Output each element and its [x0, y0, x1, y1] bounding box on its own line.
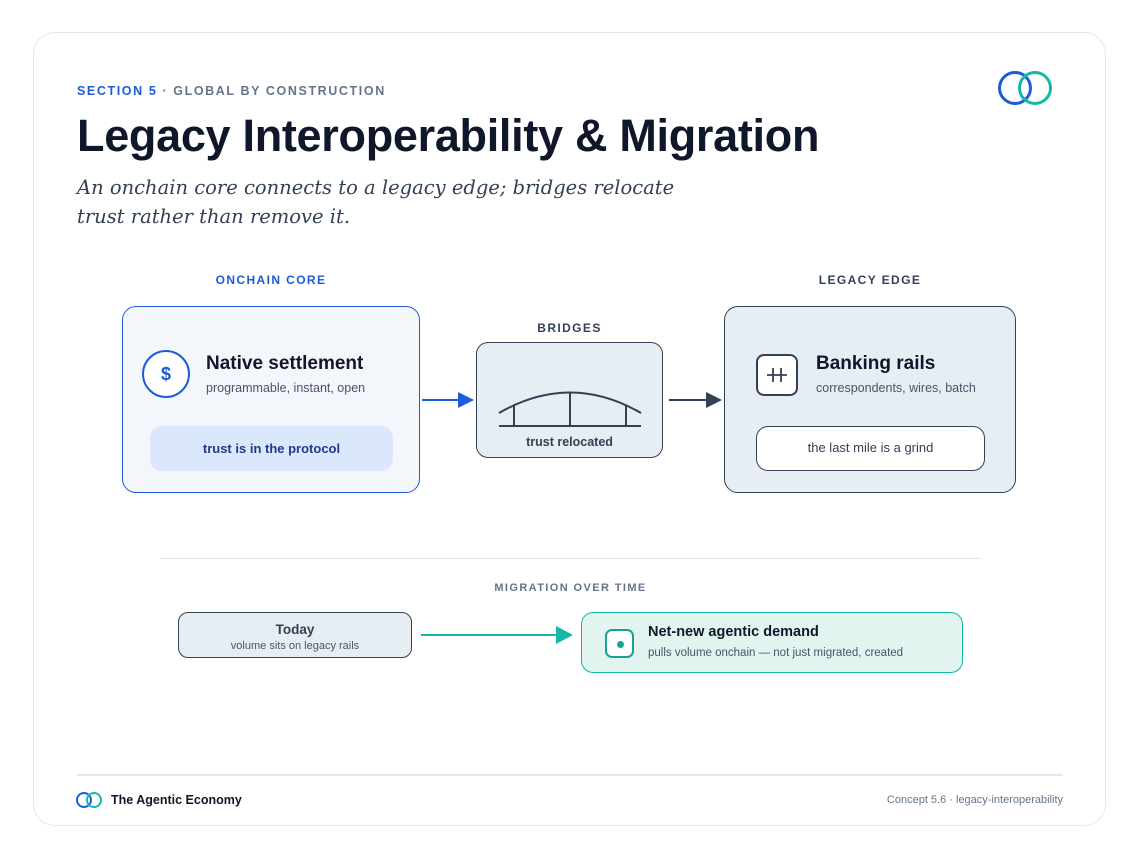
today-sub: volume sits on legacy rails	[230, 640, 360, 652]
today-box: Today volume sits on legacy rails	[178, 612, 412, 658]
footer-divider	[77, 774, 1063, 776]
agentic-demand-sub: pulls volume onchain — not just migrated…	[648, 647, 904, 659]
arrow-onchain-to-bridge-icon	[422, 392, 474, 408]
subtitle-line-1: An onchain core connects to a legacy edg…	[77, 176, 675, 199]
rails-icon	[756, 354, 798, 396]
footer-meta: Concept 5.6 · legacy-interoperability	[886, 794, 1063, 806]
footer-logo-icon	[76, 792, 102, 808]
bridges-label: BRIDGES	[537, 321, 602, 335]
dollar-icon: $	[142, 350, 190, 398]
last-mile-pill: the last mile is a grind	[756, 426, 985, 471]
section-name: · GLOBAL BY CONSTRUCTION	[157, 84, 386, 98]
migration-label: MIGRATION OVER TIME	[494, 582, 647, 594]
agentic-demand-title: Net-new agentic demand	[648, 624, 819, 640]
today-title: Today	[275, 622, 315, 637]
native-settlement-sub: programmable, instant, open	[206, 381, 366, 395]
protocol-trust-pill: trust is in the protocol	[150, 426, 393, 471]
banking-rails-title: Banking rails	[816, 353, 936, 374]
arrow-bridge-to-legacy-icon	[669, 392, 722, 408]
trust-relocated-caption: trust relocated	[526, 435, 613, 449]
page-title: Legacy Interoperability & Migration	[77, 110, 820, 161]
demand-dot-icon	[605, 629, 634, 658]
section-eyebrow: SECTION 5 · GLOBAL BY CONSTRUCTION	[77, 84, 386, 98]
migration-arrow-icon	[421, 626, 573, 644]
footer-brand: The Agentic Economy	[111, 793, 242, 807]
agentic-demand-box	[581, 612, 963, 673]
section-number: SECTION 5	[77, 84, 158, 98]
native-settlement-title: Native settlement	[206, 353, 364, 374]
brand-logo-icon	[998, 71, 1052, 105]
section-divider	[160, 558, 981, 559]
banking-rails-sub: correspondents, wires, batch	[816, 381, 976, 395]
onchain-core-label: ONCHAIN CORE	[215, 273, 327, 287]
page-subtitle: An onchain core connects to a legacy edg…	[77, 173, 697, 231]
legacy-edge-label: LEGACY EDGE	[818, 273, 922, 287]
subtitle-line-2: trust rather than remove it.	[77, 205, 351, 228]
